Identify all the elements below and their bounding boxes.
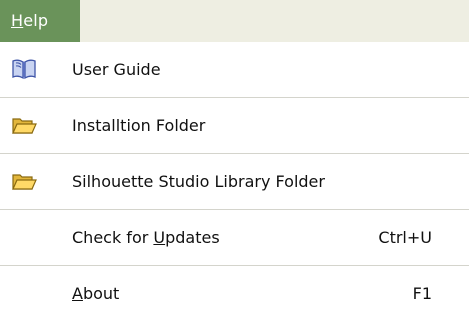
folder-icon: [11, 169, 37, 193]
menu-item-installation-folder[interactable]: Installtion Folder: [0, 98, 469, 153]
help-menu-mnemonic: H: [11, 11, 24, 30]
folder-icon: [11, 113, 37, 137]
label-text: Check for: [72, 228, 154, 247]
menu-item-label: User Guide: [72, 60, 161, 79]
menu-item-user-guide[interactable]: User Guide: [0, 42, 469, 97]
help-dropdown: User Guide Installtion Folder Silhouette…: [0, 42, 469, 316]
help-menu[interactable]: Help: [0, 0, 80, 42]
menu-item-about[interactable]: About F1: [0, 266, 469, 321]
mnemonic-letter: U: [153, 228, 166, 247]
mnemonic-letter: A: [72, 284, 83, 303]
menu-item-library-folder[interactable]: Silhouette Studio Library Folder: [0, 154, 469, 209]
menu-item-check-for-updates[interactable]: Check for Updates Ctrl+U: [0, 210, 469, 265]
shortcut-label: Ctrl+U: [378, 228, 432, 247]
menu-item-label: Silhouette Studio Library Folder: [72, 172, 325, 191]
menu-item-label: Installtion Folder: [72, 116, 206, 135]
help-menu-label-rest: elp: [23, 11, 49, 30]
book-icon: [11, 57, 37, 81]
shortcut-label: F1: [412, 284, 432, 303]
label-text: pdates: [165, 228, 220, 247]
menu-item-label: Check for Updates: [72, 210, 220, 265]
menu-bar: Help: [0, 0, 469, 42]
menu-item-label: About: [72, 266, 119, 321]
label-text: bout: [82, 284, 120, 303]
